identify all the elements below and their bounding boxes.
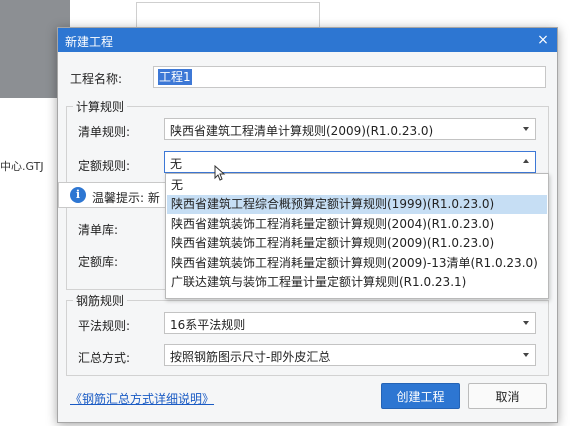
new-project-dialog: 新建工程 × 工程名称: 工程1 计算规则 清单规则: 陕西省建筑工程清单计算规… — [57, 27, 558, 423]
summary-select[interactable]: 按照钢筋图示尺寸-即外皮汇总 — [164, 344, 536, 366]
help-link[interactable]: 《钢筋汇总方式详细说明》 — [70, 390, 214, 407]
calc-rules-legend: 计算规则 — [76, 100, 125, 114]
chevron-down-icon — [523, 353, 529, 357]
dialog-titlebar: 新建工程 × — [58, 28, 557, 52]
dropdown-option-highlighted[interactable]: 陕西省建筑工程综合概预算定额计算规则(1999)(R1.0.23.0) — [167, 195, 547, 214]
tip-bar: i 温馨提示: 新 — [58, 182, 182, 208]
bill-rule-value: 陕西省建筑工程清单计算规则(2009)(R1.0.23.0) — [170, 124, 434, 138]
flat-rule-select[interactable]: 16系平法规则 — [164, 312, 536, 334]
summary-label: 汇总方式: — [78, 351, 131, 365]
bill-rule-label: 清单规则: — [78, 125, 131, 139]
summary-value: 按照钢筋图示尺寸-即外皮汇总 — [170, 350, 331, 364]
background-input — [136, 2, 320, 30]
tip-text: 温馨提示: 新 — [92, 191, 160, 205]
background-filename: 中心.GTJ — [0, 160, 44, 173]
chevron-up-icon — [523, 159, 529, 163]
mouse-cursor-icon — [214, 165, 226, 181]
close-icon[interactable]: × — [535, 31, 551, 49]
bill-rule-select[interactable]: 陕西省建筑工程清单计算规则(2009)(R1.0.23.0) — [164, 118, 536, 140]
info-icon: i — [70, 187, 86, 203]
dropdown-option[interactable]: 陕西省建筑装饰工程消耗量定额计算规则(2009)-13清单(R1.0.23.0) — [167, 254, 547, 273]
rebar-rules-legend: 钢筋规则 — [76, 294, 125, 308]
project-name-value: 工程1 — [158, 69, 192, 85]
chevron-down-icon — [523, 321, 529, 325]
cancel-button[interactable]: 取消 — [468, 383, 547, 409]
flat-rule-label: 平法规则: — [78, 319, 131, 333]
quota-rule-value: 无 — [170, 157, 183, 171]
quota-rule-label: 定额规则: — [78, 159, 131, 173]
dropdown-option[interactable]: 陕西省建筑装饰工程消耗量定额计算规则(2009)(R1.0.23.0) — [167, 234, 547, 253]
project-name-label: 工程名称: — [70, 72, 123, 86]
quota-lib-label: 定额库: — [78, 255, 119, 269]
bill-lib-label: 清单库: — [78, 223, 119, 237]
create-project-button[interactable]: 创建工程 — [381, 383, 460, 409]
dropdown-option[interactable]: 陕西省建筑装饰工程消耗量定额计算规则(2004)(R1.0.23.0) — [167, 215, 547, 234]
flat-rule-value: 16系平法规则 — [170, 318, 246, 332]
quota-rule-dropdown: 无 陕西省建筑工程综合概预算定额计算规则(1999)(R1.0.23.0) 陕西… — [165, 173, 549, 299]
dialog-title: 新建工程 — [65, 35, 114, 49]
chevron-down-icon — [523, 127, 529, 131]
project-name-input[interactable]: 工程1 — [153, 66, 546, 88]
dropdown-option[interactable]: 广联达建筑与装饰工程量计量定额计算规则(R1.0.23.1) — [167, 273, 547, 292]
